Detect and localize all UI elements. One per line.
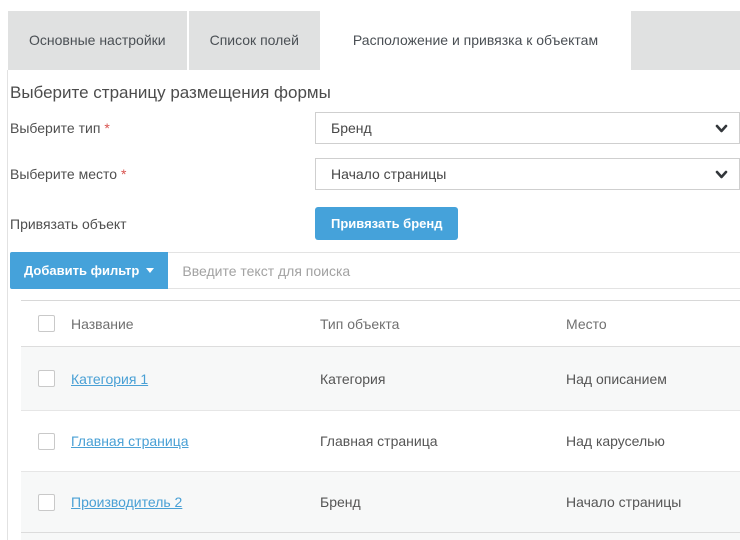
row-name-link[interactable]: Категория 1	[71, 371, 148, 387]
add-filter-button-label: Добавить фильтр	[24, 263, 139, 278]
tab-bar-filler	[631, 11, 740, 70]
row-checkbox[interactable]	[38, 370, 55, 387]
caret-down-icon	[146, 268, 154, 273]
place-label-text: Выберите место	[10, 166, 117, 182]
table-clipped-next-row	[21, 533, 740, 540]
row-checkbox[interactable]	[38, 433, 55, 450]
row-place-cell: Над каруселью	[566, 433, 740, 449]
column-header-place: Место	[566, 316, 740, 332]
row-type-cell: Главная страница	[320, 433, 566, 449]
type-label: Выберите тип*	[10, 120, 315, 136]
type-label-text: Выберите тип	[10, 120, 100, 136]
row-checkbox-cell	[21, 433, 71, 450]
form-row-type: Выберите тип* Бренд	[10, 112, 740, 144]
row-type-cell: Категория	[320, 371, 566, 387]
row-place-cell: Над описанием	[566, 371, 740, 387]
select-all-checkbox[interactable]	[38, 315, 55, 332]
column-header-name: Название	[71, 316, 320, 332]
type-select-value: Бренд	[331, 120, 372, 136]
row-name-link[interactable]: Главная страница	[71, 433, 189, 449]
tab-field-list[interactable]: Список полей	[189, 11, 320, 70]
bind-brand-button[interactable]: Привязать бренд	[315, 207, 458, 240]
row-checkbox-cell	[21, 370, 71, 387]
row-name-link[interactable]: Производитель 2	[71, 494, 182, 510]
filter-bar: Добавить фильтр	[10, 252, 740, 289]
search-input[interactable]	[168, 252, 740, 289]
header-checkbox-cell	[21, 315, 71, 332]
table-row: Производитель 2 Бренд Начало страницы	[21, 472, 740, 533]
tab-placement-binding[interactable]: Расположение и привязка к объектам	[322, 11, 629, 70]
required-asterisk: *	[104, 120, 109, 136]
bind-object-label: Привязать объект	[10, 216, 315, 232]
type-select[interactable]: Бренд	[315, 112, 740, 144]
column-header-type: Тип объекта	[320, 316, 566, 332]
form-row-bind-object: Привязать объект Привязать бренд	[10, 207, 740, 240]
place-select[interactable]: Начало страницы	[315, 158, 740, 190]
tab-main-settings[interactable]: Основные настройки	[8, 11, 187, 70]
row-place-cell: Начало страницы	[566, 494, 740, 510]
chevron-down-icon	[715, 168, 728, 184]
place-label: Выберите место*	[10, 166, 315, 182]
required-asterisk: *	[121, 166, 126, 182]
table-row: Главная страница Главная страница Над ка…	[21, 411, 740, 472]
page-title: Выберите страницу размещения формы	[10, 83, 740, 103]
row-checkbox-cell	[21, 494, 71, 511]
tab-bar: Основные настройки Список полей Располож…	[8, 11, 740, 70]
bindings-table: Название Тип объекта Место Категория 1 К…	[21, 300, 740, 533]
table-row: Категория 1 Категория Над описанием	[21, 347, 740, 411]
table-header-row: Название Тип объекта Место	[21, 301, 740, 347]
row-type-cell: Бренд	[320, 494, 566, 510]
tab-content-panel: Выберите страницу размещения формы Выбер…	[7, 70, 740, 540]
row-checkbox[interactable]	[38, 494, 55, 511]
add-filter-button[interactable]: Добавить фильтр	[10, 252, 168, 289]
place-select-value: Начало страницы	[331, 166, 446, 182]
form-row-place: Выберите место* Начало страницы	[10, 158, 740, 190]
chevron-down-icon	[715, 122, 728, 138]
